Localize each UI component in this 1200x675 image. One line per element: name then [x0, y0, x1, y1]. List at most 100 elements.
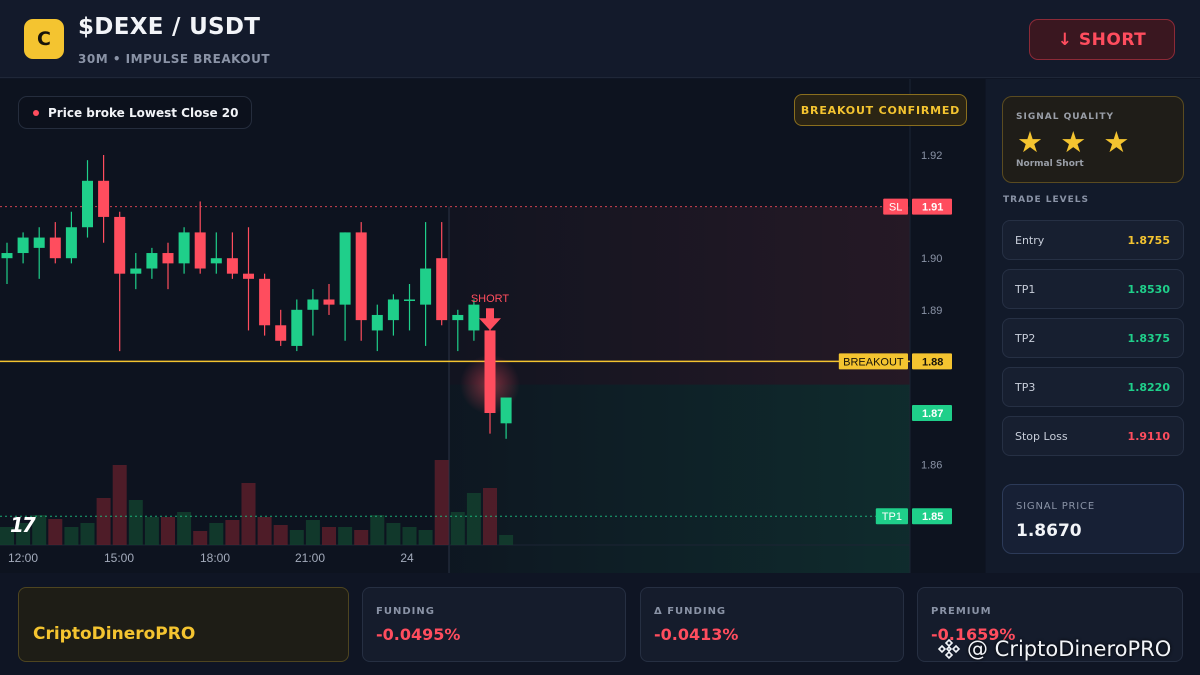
trade-level-label: TP3: [1015, 380, 1036, 394]
premium-label: PREMIUM: [931, 606, 992, 617]
signal-quality-card: SIGNAL QUALITY ★ ★ ★ Normal Short: [1002, 96, 1184, 183]
pair-title: $DEXE / USDT: [78, 14, 261, 40]
candle-body: [33, 237, 45, 248]
short-button[interactable]: ↓ SHORT: [1029, 19, 1175, 60]
alert-dot-icon: [33, 109, 39, 116]
funding-card: FUNDING -0.0495%: [362, 587, 626, 662]
candle-body: [468, 304, 480, 331]
volume-bar: [289, 530, 304, 545]
time-tick-label: 21:00: [295, 551, 325, 565]
candle-body: [291, 309, 303, 346]
short-marker-label: SHORT: [471, 293, 510, 305]
candle-body: [210, 258, 222, 264]
candle-body: [1, 253, 13, 259]
volume-bar: [273, 525, 288, 545]
funding-value: -0.0495%: [376, 625, 461, 644]
candle-body: [98, 180, 110, 217]
volume-bar: [354, 530, 369, 545]
volume-bar: [257, 517, 272, 545]
price-tick-label: 1.90: [921, 253, 942, 265]
signal-price-label: SIGNAL PRICE: [1016, 501, 1095, 512]
candle-body: [65, 227, 77, 259]
candle-body: [226, 258, 238, 274]
candle-body: [194, 232, 206, 269]
volume-bar: [161, 517, 175, 545]
price-label-text: 1.91: [922, 202, 943, 214]
trade-level-stop-loss: Stop Loss 1.9110: [1002, 416, 1184, 456]
delta-funding-card: Δ FUNDING -0.0413%: [640, 587, 904, 662]
candle-body: [387, 299, 399, 321]
volume-bar: [338, 527, 353, 545]
tradingview-logo-icon[interactable]: 17: [10, 513, 36, 537]
volume-bar: [418, 530, 433, 545]
volume-bar: [305, 520, 320, 545]
price-label-text: 1.87: [922, 408, 943, 420]
delta-funding-label: Δ FUNDING: [654, 606, 727, 617]
time-tick-label: 18:00: [200, 551, 230, 565]
candle-body: [404, 299, 415, 301]
volume-bar: [450, 512, 465, 545]
volume-bar: [322, 527, 336, 545]
volume-bar: [225, 520, 240, 545]
chart-canvas[interactable]: 1.931.921.911.901.891.881.871.861.8512:0…: [0, 79, 985, 573]
trade-level-value: 1.8220: [1127, 380, 1170, 394]
trade-level-tp3: TP3 1.8220: [1002, 367, 1184, 407]
trade-level-label: TP1: [1015, 282, 1036, 296]
signal-price-value: 1.8670: [1016, 521, 1082, 541]
candle-body: [420, 268, 432, 305]
trade-level-tp1: TP1 1.8530: [1002, 269, 1184, 309]
time-tick-label: 12:00: [8, 551, 38, 565]
price-label-text: 1.85: [922, 511, 943, 523]
binance-logo-icon: [937, 638, 961, 660]
trade-level-value: 1.9110: [1127, 429, 1170, 443]
breakout-tag-text: BREAKOUT: [843, 356, 904, 368]
candle-body: [114, 216, 126, 274]
signal-quality-label: SIGNAL QUALITY: [1016, 112, 1114, 122]
candle-body: [371, 314, 383, 331]
signal-quality-name: Normal Short: [1016, 159, 1084, 169]
volume-bar: [128, 500, 143, 545]
candle-body: [259, 278, 271, 326]
volume-bar: [193, 531, 208, 545]
volume-bar: [209, 523, 224, 545]
time-tick-label: 15:00: [104, 551, 134, 565]
candle-body: [484, 330, 496, 413]
trade-level-value: 1.8375: [1127, 331, 1170, 345]
trade-level-entry: Entry 1.8755: [1002, 220, 1184, 260]
delta-funding-value: -0.0413%: [654, 625, 739, 644]
candle-body: [162, 253, 174, 264]
candle-body: [49, 237, 61, 259]
volume-bar: [386, 523, 401, 545]
volume-bar: [241, 483, 256, 545]
candle-body: [243, 273, 254, 279]
volume-bar: [80, 523, 95, 545]
notice-text: Price broke Lowest Close 20: [48, 105, 239, 120]
candle-body: [339, 232, 351, 305]
price-tick-label: 1.86: [921, 460, 942, 472]
candle-body: [500, 397, 512, 424]
candle-body: [452, 314, 464, 321]
candle-body: [178, 232, 190, 264]
candle-body: [275, 325, 287, 341]
watermark-text: @ CriptoDineroPRO: [967, 637, 1172, 661]
volume-bar: [370, 515, 385, 545]
tp1-tag-text: TP1: [882, 511, 902, 523]
coin-logo: C: [24, 19, 64, 59]
breakout-confirmed-badge: BREAKOUT CONFIRMED: [794, 94, 967, 126]
price-chart[interactable]: 1.931.921.911.901.891.881.871.861.8512:0…: [0, 79, 985, 573]
candle-body: [355, 232, 367, 321]
trade-levels-heading: TRADE LEVELS: [1003, 195, 1089, 205]
watermark: @ CriptoDineroPRO: [937, 637, 1171, 661]
candle-body: [17, 237, 29, 254]
sl-tag-text: SL: [889, 202, 902, 214]
price-label-text: 1.88: [922, 356, 943, 368]
candle-body: [82, 180, 93, 228]
volume-bar: [112, 465, 127, 545]
candle-body: [146, 253, 158, 269]
breakout-notice: Price broke Lowest Close 20: [18, 96, 253, 129]
volume-bar: [177, 512, 192, 545]
brand-name: CriptoDineroPRO: [33, 624, 196, 644]
time-tick-label: 24: [400, 551, 414, 565]
trade-level-label: TP2: [1015, 331, 1036, 345]
candle-body: [130, 268, 142, 274]
